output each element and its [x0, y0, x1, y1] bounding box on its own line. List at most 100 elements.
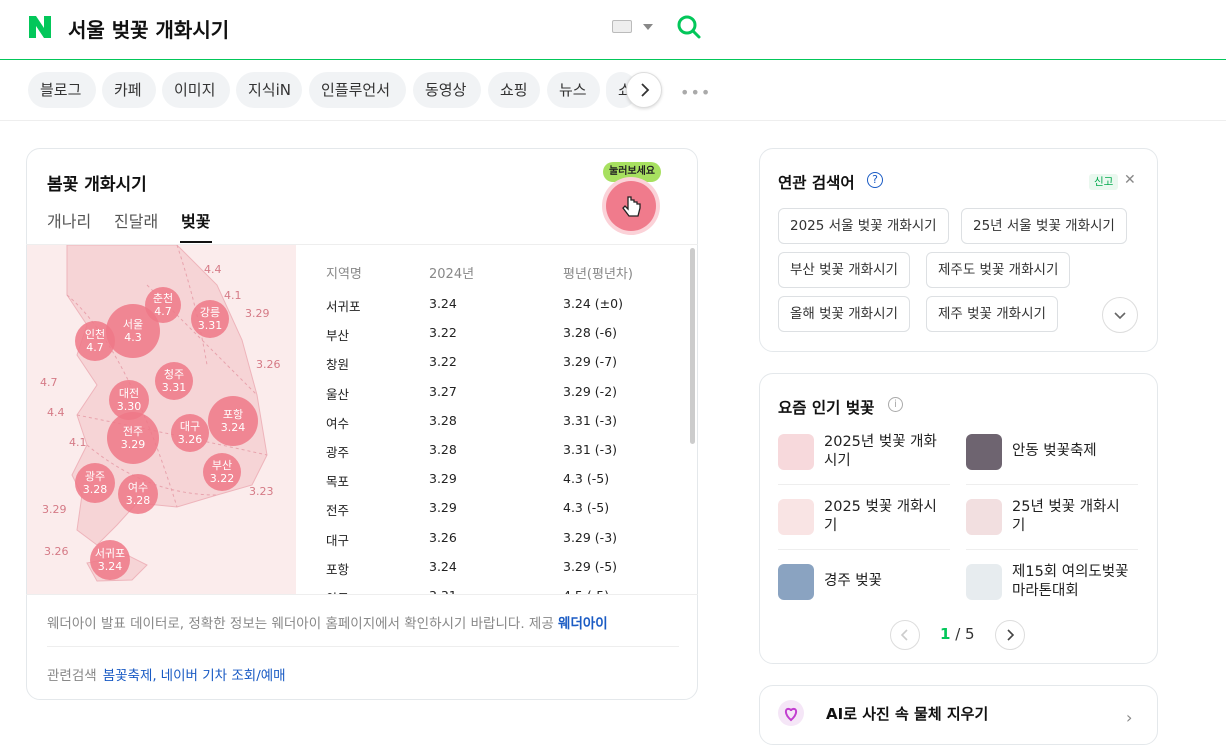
- popular-item-line1: 경주 벚꽃: [824, 573, 882, 589]
- expand-button[interactable]: [1102, 297, 1138, 333]
- popular-item-line1: 2025 벚꽃 개화시: [824, 499, 937, 515]
- map-date: 3.31: [161, 381, 187, 394]
- map-bubble-10[interactable]: 광주 3.28: [75, 463, 115, 503]
- search-query[interactable]: 서울 벚꽃 개화시기: [68, 14, 229, 43]
- map-city: 전주: [122, 425, 144, 438]
- table-cell-2024: 3.29: [429, 471, 457, 487]
- map-city: 청주: [163, 368, 185, 381]
- chevron-right-icon[interactable]: ›: [1126, 708, 1132, 727]
- close-icon[interactable]: ✕: [1124, 172, 1136, 188]
- table-cell-2024: 3.24: [429, 296, 457, 311]
- source-note: 웨더아이 발표 데이터로, 정확한 정보는 웨더아이 홈페이지에서 확인하시기 …: [47, 612, 608, 632]
- map-bubble-11[interactable]: 여수 3.28: [118, 474, 158, 514]
- table-scrollbar[interactable]: [690, 248, 695, 444]
- keyboard-icon[interactable]: [612, 20, 632, 33]
- tab-0[interactable]: 블로그: [28, 72, 96, 108]
- tab-3[interactable]: 지식iN: [236, 72, 302, 108]
- related-pill[interactable]: 25년 서울 벚꽃 개화시기: [961, 208, 1127, 244]
- popular-item[interactable]: 25년 벚꽃 개화시 기: [1012, 498, 1142, 536]
- tab-azalea[interactable]: 진달래: [114, 208, 158, 232]
- map-date: 3.28: [82, 483, 108, 496]
- popular-item[interactable]: 안동 벚꽃축제: [1012, 442, 1142, 461]
- tabs-next-button[interactable]: [626, 72, 662, 108]
- table-cell-region: 창원: [326, 357, 350, 373]
- flower-festival-link[interactable]: 봄꽃축제,: [103, 668, 157, 684]
- map-date: 4.7: [86, 341, 104, 354]
- tab-4[interactable]: 인플루언서: [309, 72, 406, 108]
- train-booking-link[interactable]: 네이버 기차 조회/예매: [161, 668, 286, 684]
- chevron-down-icon[interactable]: [643, 24, 653, 30]
- search-icon[interactable]: [676, 14, 702, 40]
- popular-item[interactable]: 경주 벚꽃: [824, 572, 954, 591]
- map-outer-label: 4.7: [40, 376, 58, 389]
- related-pill[interactable]: 부산 벚꽃 개화시기: [778, 252, 910, 288]
- table-cell-normal: 3.31 (-3): [563, 412, 618, 428]
- related-pill[interactable]: 올해 벚꽃 개화시기: [778, 296, 910, 332]
- popular-item-line2: 기: [1012, 518, 1026, 534]
- popular-item-line2: 시기: [824, 453, 851, 469]
- map-bubble-7[interactable]: 전주 3.29: [107, 412, 159, 464]
- tab-7[interactable]: 뉴스: [547, 72, 600, 108]
- map-bubble-4[interactable]: 청주 3.31: [155, 362, 193, 400]
- table-cell-2024: 3.28: [429, 412, 457, 428]
- tab-5[interactable]: 동영상: [413, 72, 481, 108]
- popular-item[interactable]: 2025 벚꽃 개화시 기: [824, 498, 954, 536]
- related-pill[interactable]: 제주 벚꽃 개화시기: [926, 296, 1058, 332]
- pagination: 1 / 5: [940, 625, 975, 643]
- weatheri-link[interactable]: 웨더아이: [558, 616, 608, 632]
- tab-cherry[interactable]: 벚꽃: [181, 208, 210, 232]
- prev-page-button[interactable]: [890, 620, 920, 650]
- popular-item[interactable]: 제15회 여의도벚꽃 마라톤대회: [1012, 563, 1142, 601]
- more-icon[interactable]: •••: [680, 83, 711, 102]
- press-label: 눌러보세요: [603, 162, 661, 182]
- table-cell-normal: 4.3 (-5): [563, 471, 610, 487]
- map-bubble-6[interactable]: 포항 3.24: [208, 396, 258, 446]
- map-bubble-1[interactable]: 춘천 4.7: [145, 287, 181, 323]
- related-pill[interactable]: 제주도 벚꽃 개화시기: [926, 252, 1071, 288]
- popular-thumbnail[interactable]: [966, 564, 1002, 600]
- next-page-button[interactable]: [995, 620, 1025, 650]
- tab-1[interactable]: 카페: [102, 72, 156, 108]
- hand-pointer-icon: [622, 196, 641, 217]
- popular-thumbnail[interactable]: [966, 499, 1002, 535]
- map-outer-label: 4.1: [224, 289, 242, 302]
- map-bubble-3[interactable]: 인천 4.7: [75, 321, 115, 361]
- naver-logo-icon[interactable]: [27, 14, 53, 40]
- popular-thumbnail[interactable]: [778, 499, 814, 535]
- bloom-map: 서울 4.3 춘천 4.7 강릉 3.31 인천 4.7 청주 3.31 대전 3.30 포항 3.24 전…: [27, 245, 296, 594]
- category-tabs: 블로그 카페 이미지 지식iN 인플루언서 동영상 쇼핑 뉴스 쇼 •••: [0, 60, 1226, 121]
- tab-forsythia[interactable]: 개나리: [47, 208, 91, 232]
- help-icon[interactable]: ?: [867, 172, 883, 188]
- divider: [47, 646, 679, 647]
- search-header: 서울 벚꽃 개화시기: [0, 0, 1226, 60]
- popular-item[interactable]: 2025년 벚꽃 개화 시기: [824, 433, 954, 471]
- table-cell-normal: 4.3 (-5): [563, 500, 610, 516]
- related-links: 관련검색 봄꽃축제, 네이버 기차 조회/예매: [47, 664, 286, 684]
- map-bubble-2[interactable]: 강릉 3.31: [191, 300, 229, 338]
- table-cell-region: 대구: [326, 532, 350, 548]
- report-button[interactable]: 신고: [1089, 174, 1119, 190]
- tab-6[interactable]: 쇼핑: [488, 72, 540, 108]
- related-pill[interactable]: 2025 서울 벚꽃 개화시기: [778, 208, 949, 244]
- map-outer-label: 4.1: [69, 436, 87, 449]
- chevron-down-icon: [1114, 312, 1126, 320]
- page-total: / 5: [955, 625, 975, 643]
- map-bubble-9[interactable]: 부산 3.22: [203, 453, 241, 491]
- map-bubble-12[interactable]: 서귀포 3.24: [90, 540, 130, 580]
- info-icon[interactable]: i: [888, 397, 903, 412]
- page-current: 1: [940, 625, 951, 643]
- map-city: 춘천: [152, 292, 174, 305]
- map-date: 4.7: [154, 305, 172, 318]
- map-date: 3.26: [177, 433, 203, 446]
- table-cell-normal: 3.28 (-6): [563, 325, 618, 341]
- tab-2[interactable]: 이미지: [162, 72, 230, 108]
- chevron-right-icon: [1007, 629, 1015, 641]
- popular-thumbnail[interactable]: [966, 434, 1002, 470]
- map-date: 3.28: [125, 494, 151, 507]
- popular-thumbnail[interactable]: [778, 434, 814, 470]
- popular-thumbnail[interactable]: [778, 564, 814, 600]
- map-bubble-8[interactable]: 대구 3.26: [171, 414, 209, 452]
- bloom-table[interactable]: 지역명 2024년 평년(평년차) 서귀포 3.24 3.24 (±0) 부산 3.22…: [296, 245, 697, 594]
- table-cell-2024: 3.22: [429, 325, 457, 341]
- map-date: 3.24: [97, 560, 123, 573]
